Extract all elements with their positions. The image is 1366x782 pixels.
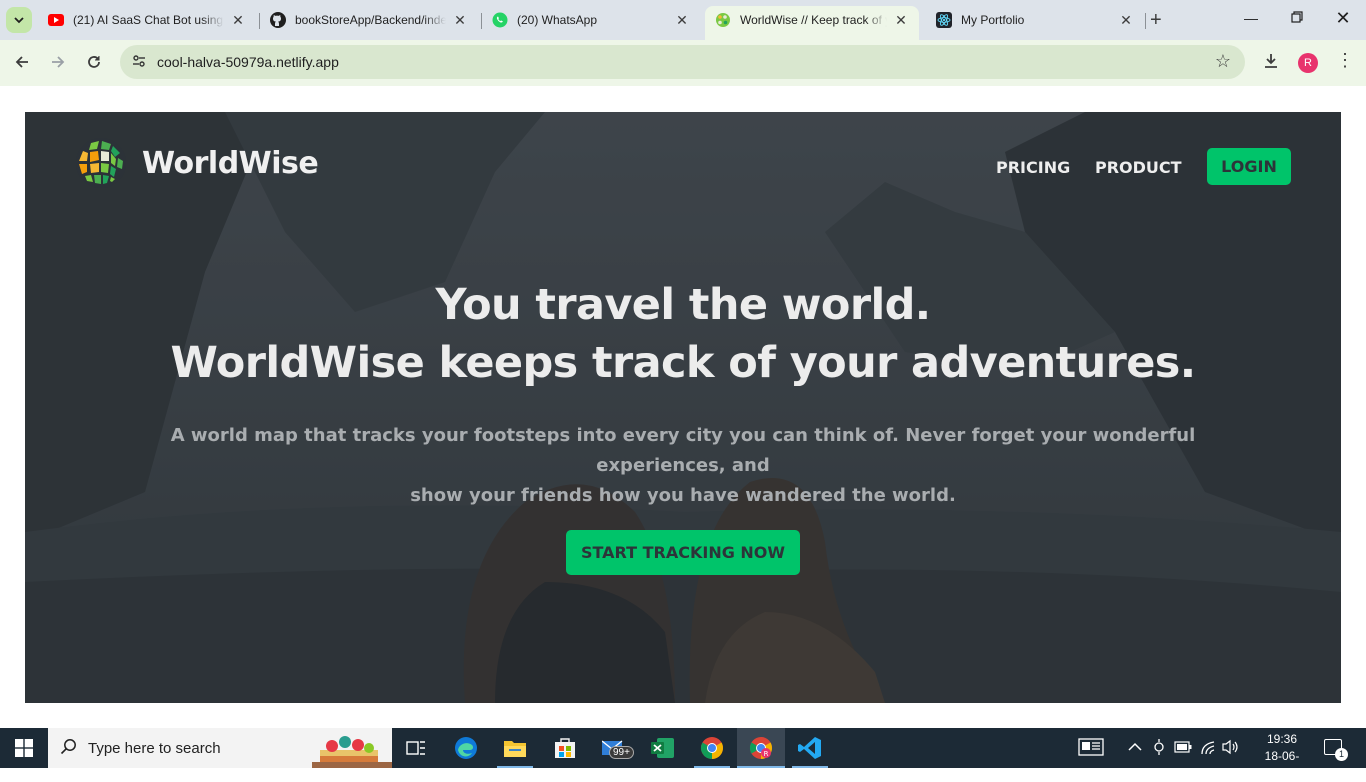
clock-time: 19:36 bbox=[1266, 732, 1298, 746]
start-tracking-button[interactable]: START TRACKING NOW bbox=[566, 530, 800, 575]
mail-icon[interactable]: 99+ bbox=[600, 734, 634, 762]
chrome-profile-icon[interactable]: R bbox=[747, 734, 775, 762]
close-window-icon[interactable]: ✕ bbox=[1333, 8, 1353, 29]
login-button[interactable]: LOGIN bbox=[1207, 148, 1291, 185]
close-tab-icon[interactable]: ✕ bbox=[1118, 12, 1134, 28]
tab-title: WorldWise // Keep track of y bbox=[740, 13, 887, 27]
browser-menu-icon[interactable]: ⋮ bbox=[1336, 50, 1354, 71]
browser-toolbar: cool-halva-50979a.netlify.app ☆ bbox=[0, 40, 1366, 86]
search-placeholder: Type here to search bbox=[88, 740, 221, 757]
mail-badge: 99+ bbox=[609, 746, 634, 759]
reload-icon[interactable] bbox=[84, 52, 104, 72]
wifi-icon[interactable] bbox=[1200, 739, 1216, 758]
hero-subtext-line-2: show your friends how you have wandered … bbox=[410, 485, 956, 506]
react-icon bbox=[936, 12, 952, 28]
chrome-icon[interactable] bbox=[698, 734, 726, 762]
windows-taskbar: Type here to search 99+ R 19:36 18-06-20… bbox=[0, 728, 1366, 780]
close-tab-icon[interactable]: ✕ bbox=[452, 12, 468, 28]
forward-icon[interactable] bbox=[48, 52, 68, 72]
search-icon bbox=[60, 738, 77, 760]
worldwise-logo-icon bbox=[76, 138, 126, 188]
microsoft-store-icon[interactable] bbox=[551, 734, 579, 762]
tab-title: (20) WhatsApp bbox=[517, 13, 598, 27]
hero-section: WorldWise PRICING PRODUCT LOGIN You trav… bbox=[25, 112, 1341, 703]
hero-headline-line-2: WorldWise keeps track of your adventures… bbox=[170, 338, 1196, 388]
notification-center-icon[interactable]: 1 bbox=[1324, 739, 1348, 761]
bookmark-star-icon[interactable]: ☆ bbox=[1215, 51, 1231, 72]
close-tab-icon[interactable]: ✕ bbox=[674, 12, 690, 28]
minimize-icon[interactable]: — bbox=[1241, 10, 1261, 26]
vscode-icon[interactable] bbox=[796, 734, 824, 762]
news-widget-icon[interactable] bbox=[1078, 738, 1104, 759]
youtube-icon bbox=[48, 12, 64, 28]
nav-link-pricing[interactable]: PRICING bbox=[996, 158, 1070, 177]
tab-worldwise[interactable]: WorldWise // Keep track of y ✕ bbox=[705, 6, 919, 40]
tab-separator bbox=[1145, 13, 1146, 29]
close-tab-icon[interactable]: ✕ bbox=[893, 12, 909, 28]
clock-date: 18-06-2024 bbox=[1264, 749, 1300, 780]
notification-count: 1 bbox=[1335, 748, 1348, 761]
hero-overlay bbox=[25, 112, 1341, 703]
tab-whatsapp[interactable]: (20) WhatsApp ✕ bbox=[482, 6, 700, 34]
hero-subtext: A world map that tracks your footsteps i… bbox=[135, 421, 1231, 511]
logo-text: WorldWise bbox=[142, 145, 319, 181]
windows-start-icon[interactable] bbox=[0, 728, 48, 768]
worldwise-icon bbox=[715, 12, 731, 28]
excel-icon[interactable] bbox=[649, 734, 677, 762]
browser-tab-bar: (21) AI SaaS Chat Bot using M ✕ bookStor… bbox=[0, 0, 1366, 40]
taskbar-search-input[interactable]: Type here to search bbox=[48, 728, 392, 768]
tab-title: My Portfolio bbox=[961, 13, 1025, 27]
address-bar[interactable]: cool-halva-50979a.netlify.app ☆ bbox=[120, 45, 1245, 79]
volume-icon[interactable] bbox=[1222, 739, 1240, 758]
whatsapp-icon bbox=[492, 12, 508, 28]
tab-github[interactable]: bookStoreApp/Backend/index ✕ bbox=[260, 6, 478, 34]
github-icon bbox=[270, 12, 286, 28]
system-clock[interactable]: 19:36 18-06-2024 bbox=[1252, 731, 1312, 782]
search-highlight-image bbox=[312, 736, 392, 768]
chevron-down-icon bbox=[14, 17, 24, 24]
battery-icon[interactable] bbox=[1174, 741, 1192, 756]
tab-title: bookStoreApp/Backend/index bbox=[295, 13, 446, 27]
url-text: cool-halva-50979a.netlify.app bbox=[157, 54, 339, 70]
show-hidden-icons-icon[interactable] bbox=[1128, 740, 1142, 755]
hero-subtext-line-1: A world map that tracks your footsteps i… bbox=[170, 425, 1196, 476]
restore-icon[interactable] bbox=[1287, 10, 1307, 26]
edge-icon[interactable] bbox=[452, 734, 480, 762]
task-view-icon[interactable] bbox=[402, 734, 430, 762]
download-icon[interactable] bbox=[1262, 52, 1280, 75]
tab-title: (21) AI SaaS Chat Bot using M bbox=[73, 13, 224, 27]
nav-link-product[interactable]: PRODUCT bbox=[1095, 158, 1182, 177]
close-tab-icon[interactable]: ✕ bbox=[230, 12, 246, 28]
back-icon[interactable] bbox=[12, 52, 32, 72]
site-settings-icon[interactable] bbox=[130, 53, 148, 71]
profile-avatar[interactable]: R bbox=[1298, 53, 1318, 73]
tab-search-button[interactable] bbox=[6, 7, 32, 33]
new-tab-icon[interactable]: + bbox=[1150, 10, 1162, 30]
tab-youtube[interactable]: (21) AI SaaS Chat Bot using M ✕ bbox=[38, 6, 256, 34]
web-page: WorldWise PRICING PRODUCT LOGIN You trav… bbox=[0, 86, 1366, 728]
tab-portfolio[interactable]: My Portfolio ✕ bbox=[926, 6, 1144, 34]
site-logo[interactable]: WorldWise bbox=[75, 137, 319, 189]
svg-text:R: R bbox=[764, 750, 769, 758]
hero-headline-line-1: You travel the world. bbox=[435, 280, 931, 330]
meet-now-icon[interactable] bbox=[1152, 739, 1166, 758]
file-explorer-icon[interactable] bbox=[501, 734, 529, 762]
